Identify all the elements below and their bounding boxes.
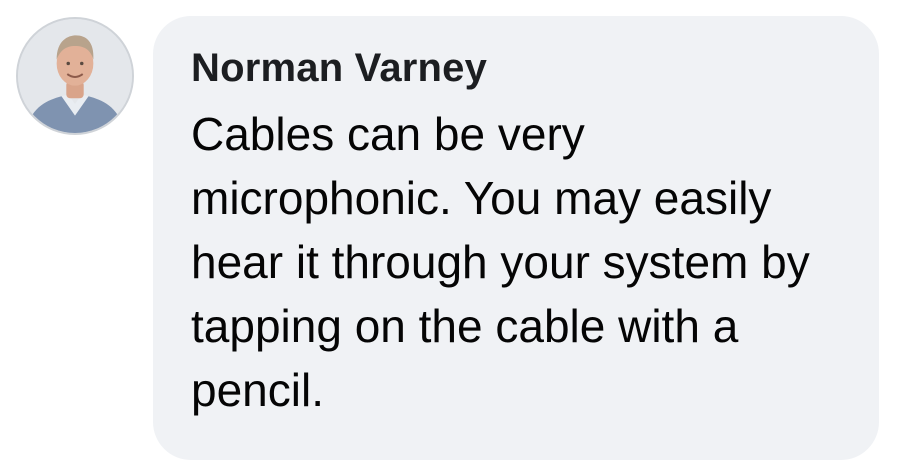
comment: Norman Varney Cables can be very microph… [0, 0, 913, 462]
profile-photo-icon [18, 19, 132, 133]
comment-text: Cables can be very microphonic. You may … [191, 108, 810, 416]
author-avatar[interactable] [16, 17, 134, 135]
comment-bubble: Norman Varney Cables can be very microph… [153, 16, 879, 460]
comment-author-name[interactable]: Norman Varney [191, 40, 841, 96]
